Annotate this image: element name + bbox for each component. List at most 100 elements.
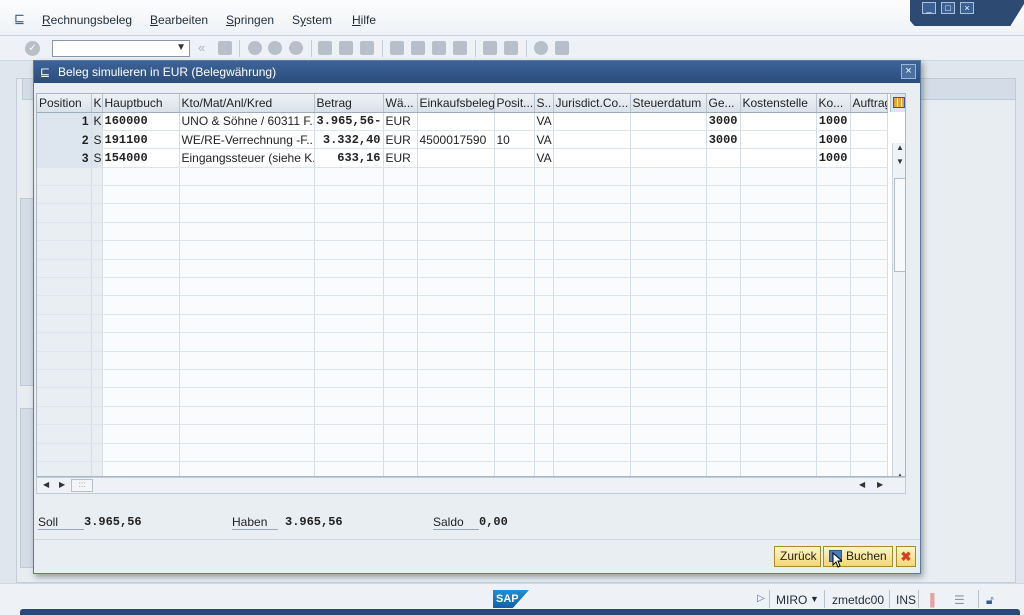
empty-cell[interactable] [553, 167, 631, 187]
cell-jurisdiction[interactable] [553, 112, 631, 131]
empty-cell[interactable] [534, 332, 554, 352]
empty-cell[interactable] [630, 369, 707, 389]
empty-cell[interactable] [37, 314, 92, 334]
empty-cell[interactable] [816, 332, 851, 352]
empty-cell[interactable] [706, 351, 741, 370]
empty-cell[interactable] [534, 424, 554, 444]
empty-cell[interactable] [740, 443, 817, 462]
empty-cell[interactable] [417, 295, 495, 315]
cell-steuerkz[interactable]: VA [534, 130, 554, 150]
empty-cell[interactable] [706, 461, 741, 476]
empty-cell[interactable] [630, 295, 707, 315]
cell-auftrag[interactable] [850, 148, 888, 168]
empty-cell[interactable] [816, 185, 851, 205]
empty-cell[interactable] [494, 314, 535, 334]
empty-cell[interactable] [91, 295, 103, 315]
empty-cell[interactable] [494, 222, 535, 242]
scrollbar-thumb[interactable] [894, 178, 905, 272]
empty-cell[interactable] [816, 259, 851, 279]
empty-cell[interactable] [816, 295, 851, 315]
empty-cell[interactable] [37, 369, 92, 389]
menu-document-icon[interactable]: ⊑ [14, 11, 30, 26]
table-row[interactable]: 2 S 191100 WE/RE-Verrechnung -F... 3.332,40 E… [37, 130, 888, 150]
col-header-position-po[interactable]: Posit... [494, 94, 535, 113]
col-header-waehrung[interactable]: Wä... [383, 94, 418, 113]
empty-cell[interactable] [850, 351, 888, 370]
empty-cell[interactable] [553, 369, 631, 389]
col-header-jurisdiction[interactable]: Jurisdict.Co... [553, 94, 631, 113]
empty-cell[interactable] [740, 314, 817, 334]
empty-cell[interactable] [740, 369, 817, 389]
empty-cell[interactable] [816, 424, 851, 444]
empty-cell[interactable] [706, 424, 741, 444]
empty-cell[interactable] [706, 406, 741, 426]
empty-cell[interactable] [706, 167, 741, 187]
empty-cell[interactable] [417, 332, 495, 352]
empty-cell[interactable] [494, 167, 535, 187]
empty-cell[interactable] [534, 461, 554, 476]
empty-cell[interactable] [630, 240, 707, 260]
empty-cell[interactable] [630, 443, 707, 462]
empty-cell[interactable] [706, 222, 741, 242]
empty-cell[interactable] [37, 406, 92, 426]
first-page-icon[interactable] [390, 41, 404, 55]
empty-cell[interactable] [706, 443, 741, 462]
empty-cell[interactable] [383, 240, 418, 260]
empty-cell[interactable] [816, 277, 851, 297]
cell-position-po[interactable] [494, 148, 535, 168]
table-row-empty[interactable] [37, 387, 888, 407]
empty-cell[interactable] [553, 295, 631, 315]
empty-cell[interactable] [740, 222, 817, 242]
empty-cell[interactable] [494, 461, 535, 476]
empty-cell[interactable] [740, 203, 817, 223]
col-header-einkaufsbeleg[interactable]: Einkaufsbeleg [417, 94, 495, 113]
scroll-up-icon[interactable]: ▲ [896, 143, 904, 152]
empty-cell[interactable] [383, 222, 418, 242]
empty-cell[interactable] [850, 185, 888, 205]
empty-cell[interactable] [850, 461, 888, 476]
empty-cell[interactable] [630, 424, 707, 444]
back-button[interactable]: Zurück [774, 546, 821, 567]
cell-position[interactable]: 3 [37, 148, 92, 168]
table-row-empty[interactable] [37, 351, 888, 370]
empty-cell[interactable] [102, 424, 180, 444]
empty-cell[interactable] [91, 332, 103, 352]
empty-cell[interactable] [383, 314, 418, 334]
empty-cell[interactable] [850, 443, 888, 462]
empty-cell[interactable] [102, 240, 180, 260]
empty-cell[interactable] [314, 259, 384, 279]
empty-cell[interactable] [91, 314, 103, 334]
empty-cell[interactable] [314, 387, 384, 407]
empty-cell[interactable] [417, 222, 495, 242]
empty-cell[interactable] [91, 167, 103, 187]
empty-cell[interactable] [706, 240, 741, 260]
print-icon[interactable] [318, 41, 332, 55]
empty-cell[interactable] [417, 203, 495, 223]
empty-cell[interactable] [850, 406, 888, 426]
empty-cell[interactable] [740, 406, 817, 426]
empty-cell[interactable] [706, 314, 741, 334]
scroll-down-icon[interactable]: ▼ [896, 157, 904, 166]
cell-kostenstelle[interactable] [740, 112, 817, 131]
cancel-button[interactable]: ✖ [896, 546, 916, 567]
empty-cell[interactable] [630, 185, 707, 205]
cell-betrag[interactable]: 3.965,56- [314, 112, 384, 131]
menu-hilfe[interactable]: Hilfe [352, 13, 376, 27]
empty-cell[interactable] [179, 167, 315, 187]
empty-cell[interactable] [179, 222, 315, 242]
scroll-right-icon[interactable]: ▶ [59, 480, 65, 489]
empty-cell[interactable] [534, 259, 554, 279]
empty-cell[interactable] [740, 332, 817, 352]
command-field[interactable]: ▼ [52, 40, 190, 57]
cell-hauptbuch[interactable]: 191100 [102, 130, 180, 150]
empty-cell[interactable] [534, 351, 554, 370]
shortcut-icon[interactable] [504, 41, 518, 55]
empty-cell[interactable] [850, 277, 888, 297]
cell-k[interactable]: S [91, 130, 103, 150]
empty-cell[interactable] [534, 369, 554, 389]
lock-icon[interactable]: 🔓︎ [986, 593, 994, 608]
empty-cell[interactable] [850, 387, 888, 407]
empty-cell[interactable] [417, 314, 495, 334]
cell-betrag[interactable]: 633,16 [314, 148, 384, 168]
cell-einkaufsbeleg[interactable]: 4500017590 [417, 130, 495, 150]
